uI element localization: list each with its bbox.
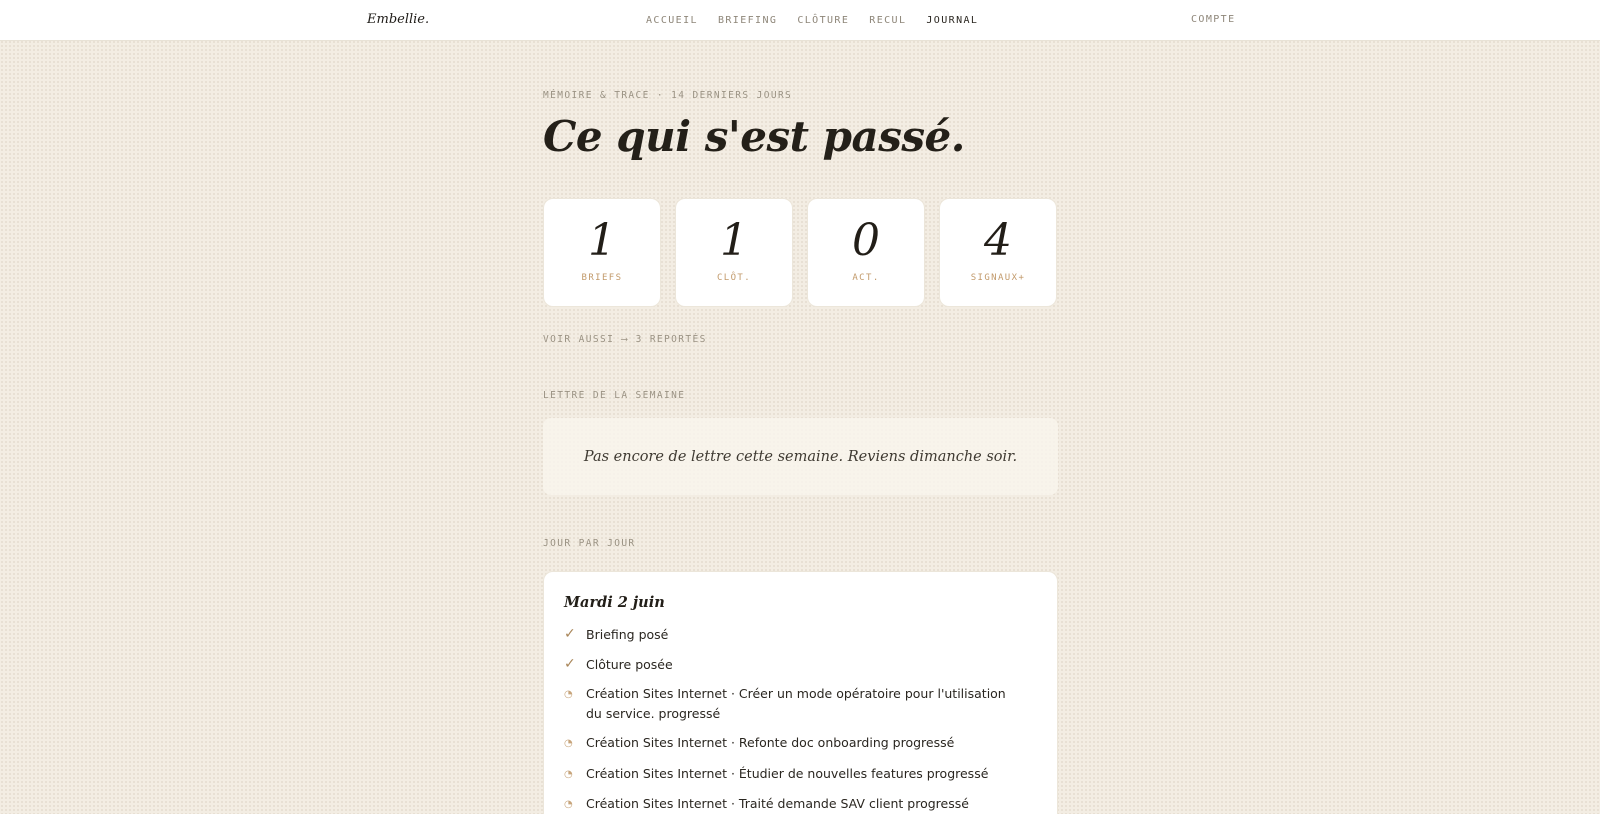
stat-value: 0 xyxy=(852,215,880,266)
list-item: ✓ Briefing posé xyxy=(564,625,1037,645)
nav-item-accueil[interactable]: ACCUEIL xyxy=(646,15,698,26)
entry-text: Création Sites Internet · Créer un mode … xyxy=(586,686,1006,721)
see-also-prefix: VOIR AUSSI xyxy=(543,334,615,345)
list-item: ◔ Création Sites Internet · Créer un mod… xyxy=(564,684,1037,723)
account-link[interactable]: COMPTE xyxy=(1191,14,1236,25)
stat-card-actions: 0 ACT. xyxy=(807,198,925,307)
entry-text: Création Sites Internet · Traité demande… xyxy=(586,796,969,811)
entry-text: Création Sites Internet · Refonte doc on… xyxy=(586,735,955,750)
nav-item-recul[interactable]: RECUL xyxy=(869,15,906,26)
entry-text: Création Sites Internet · Étudier de nou… xyxy=(586,765,989,781)
progress-icon: ◔ xyxy=(564,689,573,700)
stat-value: 1 xyxy=(720,215,748,266)
page-kicker: MÉMOIRE & TRACE · 14 DERNIERS JOURS xyxy=(543,90,793,101)
stat-card-clotures: 1 CLÔT. xyxy=(675,198,793,307)
list-item: ✓ Clôture posée xyxy=(564,655,1037,675)
weekly-letter-label: LETTRE DE LA SEMAINE xyxy=(543,390,686,401)
stat-card-briefs: 1 BRIEFS xyxy=(543,198,661,307)
list-item: ◔ Création Sites Internet · Étudier de n… xyxy=(564,764,1037,785)
stat-label: CLÔT. xyxy=(716,273,752,283)
day-card: Mardi 2 juin ✓ Briefing posé ✓ Clôture p… xyxy=(543,571,1058,814)
main-nav: ACCUEIL BRIEFING CLÔTURE RECUL JOURNAL xyxy=(646,15,998,26)
top-navigation-bar: Embellie. ACCUEIL BRIEFING CLÔTURE RECUL… xyxy=(0,0,1600,41)
nav-item-briefing[interactable]: BRIEFING xyxy=(718,15,777,26)
day-by-day-label: JOUR PAR JOUR xyxy=(543,538,636,549)
brand-logo[interactable]: Embellie. xyxy=(367,12,429,27)
progress-icon: ◔ xyxy=(564,768,573,780)
arrow-right-icon: ⟶ xyxy=(621,334,629,345)
weekly-letter-empty-text: Pas encore de lettre cette semaine. Revi… xyxy=(583,448,1018,465)
stat-label: ACT. xyxy=(852,273,880,283)
day-title: Mardi 2 juin xyxy=(564,594,665,611)
stats-row: 1 BRIEFS 1 CLÔT. 0 ACT. 4 SIGNAUX+ xyxy=(543,198,1057,307)
list-item: ◔ Création Sites Internet · Traité deman… xyxy=(564,794,1037,814)
check-icon: ✓ xyxy=(564,655,576,672)
stat-label: BRIEFS xyxy=(581,273,623,283)
see-also-line: VOIR AUSSI ⟶ 3 REPORTÉS xyxy=(543,334,707,345)
progress-icon: ◔ xyxy=(564,799,573,810)
list-item: ◔ Création Sites Internet · Refonte doc … xyxy=(564,733,1037,754)
nav-item-journal[interactable]: JOURNAL xyxy=(926,15,978,26)
entry-text: Briefing posé xyxy=(586,627,669,642)
entry-text: Clôture posée xyxy=(586,656,673,672)
reported-link[interactable]: 3 REPORTÉS xyxy=(636,334,707,345)
stat-value: 1 xyxy=(588,215,616,266)
page-title: Ce qui s'est passé. xyxy=(543,112,965,161)
check-icon: ✓ xyxy=(564,626,576,642)
stat-card-signaux: 4 SIGNAUX+ xyxy=(939,198,1057,307)
stat-label: SIGNAUX+ xyxy=(970,273,1026,283)
weekly-letter-box: Pas encore de lettre cette semaine. Revi… xyxy=(543,418,1058,495)
progress-icon: ◔ xyxy=(564,738,573,749)
stat-value: 4 xyxy=(984,215,1012,266)
nav-item-cloture[interactable]: CLÔTURE xyxy=(797,15,849,26)
